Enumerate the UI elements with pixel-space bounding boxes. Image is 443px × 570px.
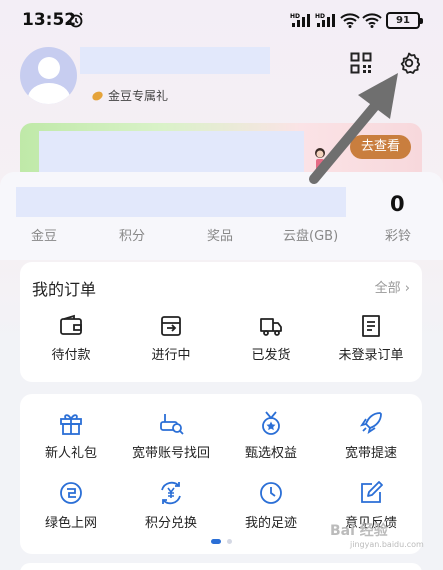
orders-card: 我的订单 全部 › 待付款 进行中 已发货 未登录订单 [20, 262, 422, 382]
bean-tag[interactable]: 金豆专属礼 [90, 87, 169, 104]
stats-values-placeholder [16, 187, 346, 217]
order-label: 待付款 [51, 348, 91, 363]
yen-exchange-icon [161, 481, 181, 505]
service-label: 宽带账号找回 [131, 446, 210, 461]
service-points-exchange[interactable]: 积分兑换 [126, 480, 216, 531]
order-label: 进行中 [151, 348, 191, 363]
svg-text:HD: HD [315, 13, 325, 20]
stat-label-beans[interactable]: 金豆 [31, 225, 57, 244]
svg-text:HD: HD [290, 13, 300, 20]
service-label: 积分兑换 [144, 516, 197, 531]
signal-icon: HD [315, 13, 335, 27]
wifi-icon [340, 13, 360, 28]
banner-text-placeholder [39, 131, 304, 175]
service-green-internet[interactable]: 绿色上网 [26, 480, 116, 531]
wifi-icon [362, 13, 382, 28]
annotation-arrow-icon [309, 73, 398, 184]
service-label: 我的足迹 [244, 516, 297, 531]
clock-icon [260, 482, 282, 504]
green-web-icon [60, 482, 82, 504]
username-placeholder[interactable] [80, 47, 270, 74]
document-icon [362, 315, 380, 337]
order-not-logged[interactable]: 未登录订单 [326, 314, 416, 363]
service-my-footprints[interactable]: 我的足迹 [226, 480, 316, 531]
stat-label-prizes[interactable]: 奖品 [207, 225, 233, 244]
page-indicator[interactable] [227, 539, 232, 544]
bean-icon [90, 89, 105, 102]
signal-icon: HD [290, 13, 310, 27]
wallet-icon [60, 314, 82, 335]
battery-indicator: 91 [386, 12, 423, 29]
orders-title: 我的订单 [32, 280, 97, 299]
truck-icon [260, 318, 282, 336]
service-label: 绿色上网 [44, 516, 97, 531]
archive-icon [161, 316, 181, 336]
ringtone-count[interactable]: 0 [390, 192, 405, 216]
medal-icon [262, 411, 280, 435]
router-search-icon [160, 414, 184, 435]
service-label: 甄选权益 [244, 446, 297, 461]
status-bar: 13:52 HD HD 91 [0, 0, 443, 40]
page-indicator-active[interactable] [211, 539, 221, 544]
service-newcomer-gift[interactable]: 新人礼包 [26, 410, 116, 461]
bean-tag-label: 金豆专属礼 [108, 89, 169, 103]
order-in-progress[interactable]: 进行中 [126, 314, 216, 363]
stat-label-points[interactable]: 积分 [119, 225, 145, 244]
service-broadband-speedup[interactable]: 宽带提速 [326, 410, 416, 461]
alarm-icon [69, 12, 83, 28]
edit-icon [361, 481, 383, 503]
rocket-icon [359, 412, 382, 435]
service-label: 宽带提速 [344, 446, 397, 461]
service-broadband-account-recovery[interactable]: 宽带账号找回 [126, 410, 216, 461]
next-card [20, 563, 422, 570]
order-label: 未登录订单 [338, 348, 404, 363]
watermark: Bai 经验 [330, 523, 388, 539]
service-label: 新人礼包 [44, 446, 97, 461]
order-label: 已发货 [251, 348, 291, 363]
orders-all-link[interactable]: 全部 › [375, 277, 410, 296]
watermark-url: jingyan.baidu.com [350, 540, 424, 549]
service-selected-benefits[interactable]: 甄选权益 [226, 410, 316, 461]
stat-label-ringtone[interactable]: 彩铃 [385, 225, 411, 244]
order-pending-payment[interactable]: 待付款 [26, 314, 116, 363]
gift-icon [60, 414, 82, 435]
order-shipped[interactable]: 已发货 [226, 314, 316, 363]
stat-label-cloud[interactable]: 云盘(GB) [283, 225, 338, 244]
avatar[interactable] [20, 47, 77, 104]
